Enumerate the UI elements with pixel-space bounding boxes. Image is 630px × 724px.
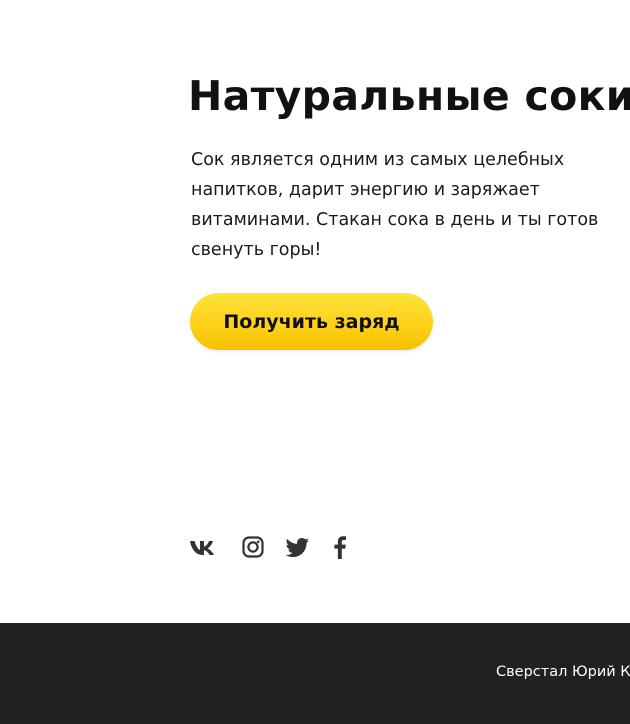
page: Натуральные соки Сок является одним из с… <box>0 0 630 724</box>
instagram-icon <box>242 536 264 558</box>
vk-icon <box>190 541 214 555</box>
vk-link[interactable] <box>188 532 216 562</box>
get-charge-button[interactable]: Получить заряд <box>190 293 433 350</box>
twitter-icon <box>285 538 309 558</box>
twitter-link[interactable] <box>284 532 312 562</box>
facebook-link[interactable] <box>330 532 350 562</box>
page-title: Натуральные соки <box>188 72 630 120</box>
hero-description: Сок является одним из самых целебных нап… <box>191 150 599 260</box>
footer: Сверстал Юрий Кл <box>0 623 630 724</box>
instagram-link[interactable] <box>240 532 266 562</box>
facebook-icon <box>334 536 346 559</box>
footer-credit: Сверстал Юрий Кл <box>496 664 630 680</box>
